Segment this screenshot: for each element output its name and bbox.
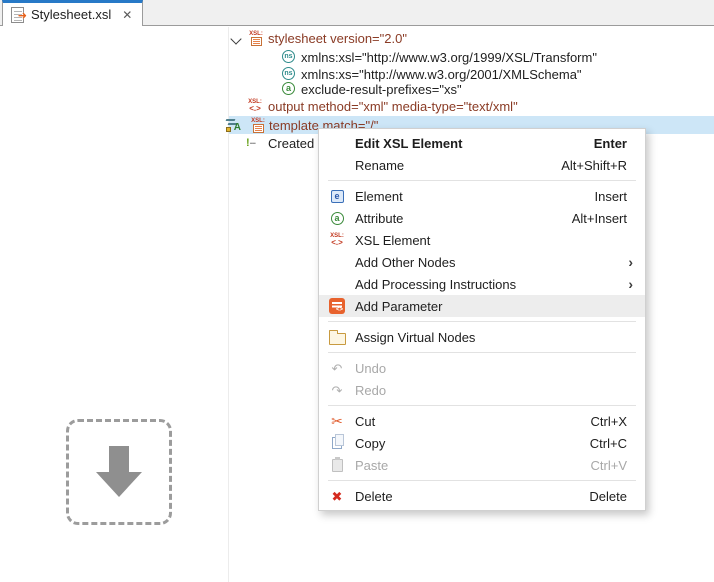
import-arrow-icon: ➜ [18,11,27,22]
redo-icon: ↷ [332,384,343,397]
namespace-icon: ns [282,67,295,80]
menu-item-xsl-element[interactable]: XSL: <.> XSL Element [319,229,645,251]
context-menu: Edit XSL Element Enter Rename Alt+Shift+… [318,128,646,511]
tree-text: Created b [268,136,325,151]
attribute-icon: a [331,212,344,225]
copy-icon [332,437,342,449]
arrow-down-icon [96,446,142,497]
menu-item-copy[interactable]: Copy Ctrl+C [319,432,645,454]
menu-separator [328,352,636,353]
comment-icon: !-- [246,138,255,149]
submenu-arrow-icon: › [628,254,645,270]
menu-item-element[interactable]: e Element Insert [319,185,645,207]
menu-separator [328,405,636,406]
menu-item-add-other-nodes[interactable]: Add Other Nodes › [319,251,645,273]
menu-item-add-processing-instructions[interactable]: Add Processing Instructions › [319,273,645,295]
close-icon[interactable]: ✕ [122,8,132,22]
paste-icon [332,459,343,472]
menu-item-attribute[interactable]: a Attribute Alt+Insert [319,207,645,229]
xsl-element-icon: XSL: <.> [330,233,344,247]
delete-icon: ✖ [332,490,343,503]
tree-row-exclude-result-prefixes[interactable]: a exclude-result-prefixes="xs" [0,80,714,98]
menu-item-assign-virtual-nodes[interactable]: Assign Virtual Nodes [319,326,645,348]
tab-title: Stylesheet.xsl [31,7,111,22]
menu-item-add-parameter[interactable]: Add Parameter [319,295,645,317]
open-folder-icon [329,333,346,345]
menu-item-undo[interactable]: ↶ Undo [319,357,645,379]
menu-item-cut[interactable]: ✂ Cut Ctrl+X [319,410,645,432]
menu-item-paste[interactable]: Paste Ctrl+V [319,454,645,476]
xsl-stylesheet-icon: XSL: [247,31,265,46]
tree-text: stylesheet version="2.0" [268,31,407,46]
tree-text: output method="xml" media-type="text/xml… [268,99,518,114]
xsl-output-icon: XSL: <.> [246,99,264,113]
chevron-down-icon[interactable] [230,33,241,44]
attribute-icon: a [282,82,295,95]
menu-separator [328,321,636,322]
menu-item-delete[interactable]: ✖ Delete Delete [319,485,645,507]
drop-target-zone[interactable] [66,419,172,525]
tree-text: exclude-result-prefixes="xs" [301,82,462,97]
xsl-template-icon: XSL: [249,118,267,133]
tree-text: xmlns:xsl="http://www.w3.org/1999/XSL/Tr… [301,50,597,65]
edit-indicator-icon: A [226,118,241,132]
tree-row-stylesheet[interactable]: XSL: stylesheet version="2.0" [0,29,714,47]
undo-icon: ↶ [332,362,343,375]
namespace-icon: ns [282,50,295,63]
element-icon: e [331,190,344,203]
tab-bar: ➜ Stylesheet.xsl ✕ [0,0,714,26]
tab-stylesheet[interactable]: ➜ Stylesheet.xsl ✕ [2,0,143,26]
menu-separator [328,180,636,181]
tree-row-output[interactable]: XSL: <.> output method="xml" media-type=… [0,97,714,115]
xsl-file-icon: ➜ [11,7,24,23]
cut-icon: ✂ [331,414,343,428]
submenu-arrow-icon: › [628,276,645,292]
menu-item-redo[interactable]: ↷ Redo [319,379,645,401]
menu-separator [328,480,636,481]
parameter-icon [329,298,345,314]
menu-item-rename[interactable]: Rename Alt+Shift+R [319,154,645,176]
menu-item-edit-xsl-element[interactable]: Edit XSL Element Enter [319,132,645,154]
tree-row-xmlns-xsl[interactable]: ns xmlns:xsl="http://www.w3.org/1999/XSL… [0,48,714,66]
